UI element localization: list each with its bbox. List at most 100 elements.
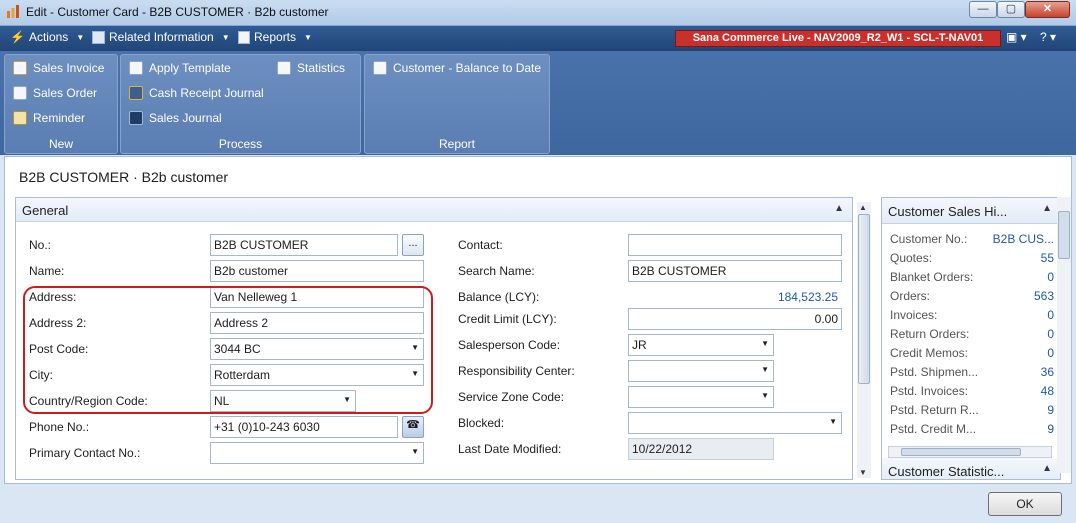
chevron-down-icon: ▼ [304,32,312,42]
factbox-row: Orders: 563 [890,289,1054,308]
factbox-row: Invoices: 0 [890,308,1054,327]
reminder-icon [13,111,27,125]
balance-label: Balance (LCY): [458,290,540,304]
customer-statistics-factbox-header[interactable]: Customer Statistic... ▲ [882,458,1060,479]
ok-button[interactable]: OK [988,492,1062,516]
statistics-button[interactable]: Statistics [277,61,345,75]
ribbon-group-process: Apply Template Cash Receipt Journal Sale… [120,54,361,154]
reminder-button[interactable]: Reminder [13,111,85,125]
content-scrollbar[interactable]: ▲ ▼ [857,202,871,478]
scroll-down-icon[interactable]: ▼ [859,468,867,477]
credit-limit-field[interactable]: 0.00 [628,308,842,330]
factbox-row-value-link[interactable]: 9 [1047,422,1054,436]
collapse-icon[interactable]: ▲ [834,203,844,214]
last-modified-field: 10/22/2012 [628,438,774,460]
dynamics-nav-icon [7,5,19,18]
customize-icon[interactable]: ▣ ▾ [1006,30,1027,44]
sales-journal-button[interactable]: Sales Journal [129,111,222,125]
search-name-label: Search Name: [458,264,535,278]
factbox-hscrollbar[interactable] [888,446,1052,458]
scrollbar-thumb[interactable] [901,448,1021,456]
ribbon-group-title: New [48,137,73,151]
related-information-label: Related Information [109,30,214,44]
name-field[interactable]: B2b customer [210,260,424,282]
factbox-row-value-link[interactable]: B2B CUS... [993,232,1054,246]
credit-limit-label: Credit Limit (LCY): [458,312,557,326]
factbox-row-value-link[interactable]: 563 [1034,289,1054,303]
cash-receipt-journal-button[interactable]: Cash Receipt Journal [129,86,264,100]
factbox-header[interactable]: Customer Sales Hi... ▲ [882,198,1060,224]
factbox-row-value-link[interactable]: 0 [1047,308,1054,322]
dropdown-arrow-icon[interactable]: ▼ [761,339,769,348]
factbox-row-label: Pstd. Invoices: [890,384,969,398]
factbox-row: Pstd. Shipmen... 36 [890,365,1054,384]
phone-field[interactable]: +31 (0)10-243 6030 [210,416,398,438]
actions-menu[interactable]: ⚡ Actions ▼ [10,30,84,44]
no-label: No.: [29,238,52,252]
close-button[interactable]: ✕ [1025,1,1070,18]
scroll-up-icon[interactable]: ▲ [859,203,867,212]
factbox-row-value-link[interactable]: 36 [1041,365,1054,379]
chevron-down-icon: ▼ [76,32,85,42]
contact-label: Contact: [458,238,503,252]
customer-sales-history-factbox: Customer Sales Hi... ▲ Customer No.: B2B … [881,197,1061,480]
factbox-row-value-link[interactable]: 0 [1047,270,1054,284]
phone-call-icon[interactable]: ☎ [402,416,424,438]
factbox-row: Customer No.: B2B CUS... [890,232,1054,251]
general-fasttab-header[interactable]: General ▲ [16,198,852,222]
factbox-row-value-link[interactable]: 0 [1047,327,1054,341]
service-zone-dropdown[interactable]: ▼ [628,386,774,408]
salesperson-dropdown[interactable]: JR ▼ [628,334,774,356]
responsibility-center-dropdown[interactable]: ▼ [628,360,774,382]
template-icon [129,61,143,75]
dropdown-arrow-icon[interactable]: ▼ [411,447,419,456]
sales-invoice-button[interactable]: Sales Invoice [13,61,104,75]
scrollbar-thumb[interactable] [858,214,870,384]
chevron-down-icon: ▼ [221,32,230,42]
factbox-row: Pstd. Return R... 9 [890,403,1054,422]
last-modified-label: Last Date Modified: [458,442,562,456]
factbox-row-label: Credit Memos: [890,346,969,360]
phone-label: Phone No.: [29,420,90,434]
collapse-icon[interactable]: ▲ [1042,203,1052,214]
dropdown-arrow-icon[interactable]: ▼ [761,391,769,400]
sales-order-button[interactable]: Sales Order [13,86,97,100]
name-label: Name: [29,264,65,278]
dropdown-arrow-icon[interactable]: ▼ [761,365,769,374]
journal-icon [129,86,143,100]
maximize-button[interactable]: ▢ [997,1,1025,18]
factbox-scrollbar[interactable] [1057,197,1071,473]
dropdown-arrow-icon[interactable]: ▼ [829,417,837,426]
factbox-row: Pstd. Invoices: 48 [890,384,1054,403]
factbox-row-value-link[interactable]: 48 [1041,384,1054,398]
primary-contact-dropdown[interactable]: ▼ [210,442,424,464]
environment-badge: Sana Commerce Live - NAV2009_R2_W1 - SCL… [675,30,1001,47]
apply-template-button[interactable]: Apply Template [129,61,231,75]
factbox-row-value-link[interactable]: 0 [1047,346,1054,360]
balance-link[interactable]: 184,523.25 [728,290,838,304]
command-bar: ⚡ Actions ▼ Related Information ▼ Report… [0,26,1076,51]
minimize-button[interactable]: — [969,1,997,18]
factbox-row: Pstd. Credit M... 9 [890,422,1054,441]
reports-menu[interactable]: Reports ▼ [238,30,312,44]
related-information-menu[interactable]: Related Information ▼ [92,30,230,44]
search-name-field[interactable]: B2B CUSTOMER [628,260,842,282]
customer-balance-report-button[interactable]: Customer - Balance to Date [373,61,541,75]
help-icon[interactable]: ? ▾ [1040,30,1056,44]
factbox-row-value-link[interactable]: 9 [1047,403,1054,417]
collapse-icon[interactable]: ▲ [1042,463,1052,474]
ribbon-group-title: Process [218,137,263,151]
factbox-row-value-link[interactable]: 55 [1041,251,1054,265]
factbox-row: Blanket Orders: 0 [890,270,1054,289]
ribbon: Sales Invoice Sales Order Reminder New A… [0,51,1076,155]
scrollbar-thumb[interactable] [1058,211,1070,259]
no-field[interactable]: B2B CUSTOMER [210,234,398,256]
contact-field[interactable] [628,234,842,256]
blocked-dropdown[interactable]: ▼ [628,412,842,434]
factbox-row-label: Pstd. Credit M... [890,422,977,436]
assist-edit-button[interactable]: ... [402,234,424,256]
address-highlight [23,286,433,414]
ribbon-group-title: Report [438,137,476,151]
window-title: Edit - Customer Card - B2B CUSTOMER · B2… [26,5,329,19]
reports-icon [238,30,250,44]
